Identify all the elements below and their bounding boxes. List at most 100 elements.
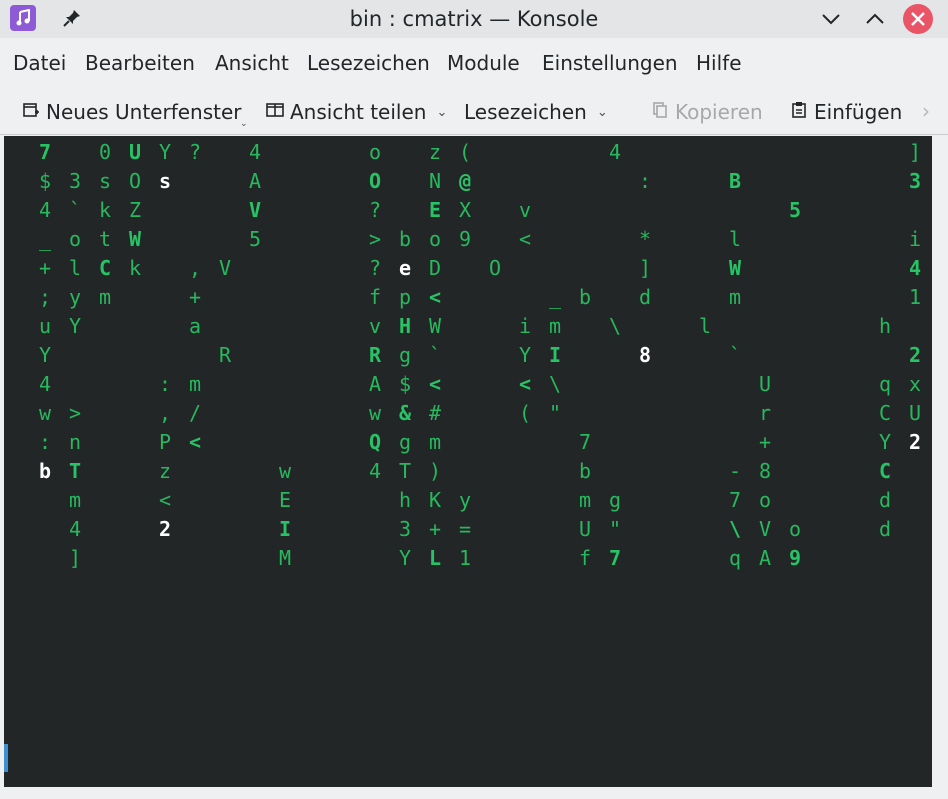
matrix-char: ] — [908, 140, 922, 164]
paste-icon — [790, 100, 808, 124]
matrix-char: k — [98, 198, 112, 222]
matrix-char: m — [68, 488, 82, 512]
matrix-char: 4 — [248, 140, 262, 164]
terminal-cursor — [4, 744, 8, 772]
matrix-char: I — [548, 343, 562, 367]
matrix-char: @ — [458, 169, 472, 193]
matrix-char: b — [38, 459, 52, 483]
copy-button[interactable]: Kopieren — [651, 97, 763, 127]
matrix-char: g — [398, 430, 412, 454]
matrix-char: ; — [38, 285, 52, 309]
split-view-button[interactable]: Ansicht teilen ⌄ — [266, 97, 447, 127]
new-tab-button[interactable]: Neues Unterfenster — [22, 97, 242, 127]
matrix-char: 8 — [638, 343, 652, 367]
matrix-char: O — [488, 256, 502, 280]
title-bar[interactable]: bin : cmatrix — Konsole — [0, 0, 948, 38]
matrix-char: ] — [638, 256, 652, 280]
split-view-icon — [266, 100, 284, 124]
matrix-char: Y — [518, 343, 532, 367]
matrix-char: l — [698, 314, 712, 338]
matrix-char: q — [728, 546, 742, 570]
split-view-label: Ansicht teilen — [290, 100, 427, 124]
matrix-char: < — [428, 285, 442, 309]
toolbar-overflow-icon[interactable]: › — [922, 99, 930, 123]
new-tab-label: Neues Unterfenster — [46, 100, 242, 124]
matrix-char: < — [518, 227, 532, 251]
bookmarks-button[interactable]: Lesezeichen ⌄ — [464, 97, 608, 127]
matrix-char: D — [428, 256, 442, 280]
paste-button[interactable]: Einfügen — [790, 97, 902, 127]
menu-bearbeiten[interactable]: Bearbeiten — [85, 51, 195, 75]
matrix-char: V — [758, 517, 772, 541]
matrix-char: o — [68, 227, 82, 251]
matrix-char: U — [908, 401, 922, 425]
close-icon — [911, 12, 925, 26]
matrix-char: y — [68, 285, 82, 309]
matrix-char: + — [758, 430, 772, 454]
paste-label: Einfügen — [814, 100, 903, 124]
toolbar: Neues Unterfenster ⌄ Ansicht teilen ⌄ Le… — [0, 90, 948, 135]
matrix-char: m — [428, 430, 442, 454]
matrix-char: K — [428, 488, 442, 512]
matrix-char: T — [398, 459, 412, 483]
matrix-char: + — [188, 285, 202, 309]
matrix-char: i — [908, 227, 922, 251]
matrix-char: w — [368, 401, 382, 425]
matrix-char: w — [278, 459, 292, 483]
matrix-char: 3 — [398, 517, 412, 541]
matrix-char: = — [458, 517, 472, 541]
matrix-char: < — [158, 488, 172, 512]
menu-module[interactable]: Module — [447, 51, 520, 75]
matrix-char: 4 — [68, 517, 82, 541]
matrix-char: d — [878, 517, 892, 541]
matrix-char: " — [608, 517, 622, 541]
matrix-char: 3 — [68, 169, 82, 193]
matrix-char: + — [428, 517, 442, 541]
matrix-char: g — [608, 488, 622, 512]
matrix-char: \ — [728, 517, 742, 541]
matrix-char: z — [428, 140, 442, 164]
matrix-char: 4 — [38, 372, 52, 396]
maximize-button[interactable] — [860, 4, 890, 34]
matrix-char: _ — [38, 227, 52, 251]
matrix-char: m — [98, 285, 112, 309]
matrix-char: > — [368, 227, 382, 251]
matrix-char: m — [578, 488, 592, 512]
matrix-char: / — [188, 401, 202, 425]
matrix-char: : — [638, 169, 652, 193]
matrix-char: L — [428, 546, 442, 570]
matrix-char: Z — [128, 198, 142, 222]
menu-datei[interactable]: Datei — [13, 51, 66, 75]
matrix-char: P — [158, 430, 172, 454]
matrix-char: m — [728, 285, 742, 309]
matrix-char: 7 — [38, 140, 52, 164]
menu-lesezeichen[interactable]: Lesezeichen — [307, 51, 430, 75]
terminal-scrollbar[interactable] — [932, 136, 948, 787]
close-button[interactable] — [903, 4, 933, 34]
matrix-char: Y — [38, 343, 52, 367]
matrix-char: i — [518, 314, 532, 338]
matrix-char: : — [158, 372, 172, 396]
matrix-char: 0 — [98, 140, 112, 164]
terminal-view[interactable]: 70UY?4oz(4]?R9$3sOsAON@:B3FO4`kZV?EXv5'=… — [4, 136, 932, 787]
matrix-char: k — [128, 256, 142, 280]
matrix-char: l — [68, 256, 82, 280]
matrix-char: f — [368, 285, 382, 309]
minimize-button[interactable] — [816, 4, 846, 34]
new-tab-dropdown-icon[interactable]: ⌄ — [240, 119, 248, 129]
bookmarks-label: Lesezeichen — [464, 100, 587, 124]
matrix-char: M — [278, 546, 292, 570]
matrix-char: r — [758, 401, 772, 425]
matrix-char: u — [38, 314, 52, 338]
menu-einstellungen[interactable]: Einstellungen — [542, 51, 678, 75]
matrix-char: O — [368, 169, 382, 193]
matrix-char: V — [218, 256, 232, 280]
menu-hilfe[interactable]: Hilfe — [696, 51, 742, 75]
menu-ansicht[interactable]: Ansicht — [215, 51, 289, 75]
matrix-char: N — [428, 169, 442, 193]
menu-bar: Datei Bearbeiten Ansicht Lesezeichen Mod… — [0, 38, 948, 90]
matrix-char: + — [38, 256, 52, 280]
matrix-char: U — [578, 517, 592, 541]
matrix-char: x — [908, 372, 922, 396]
matrix-char: 7 — [608, 546, 622, 570]
